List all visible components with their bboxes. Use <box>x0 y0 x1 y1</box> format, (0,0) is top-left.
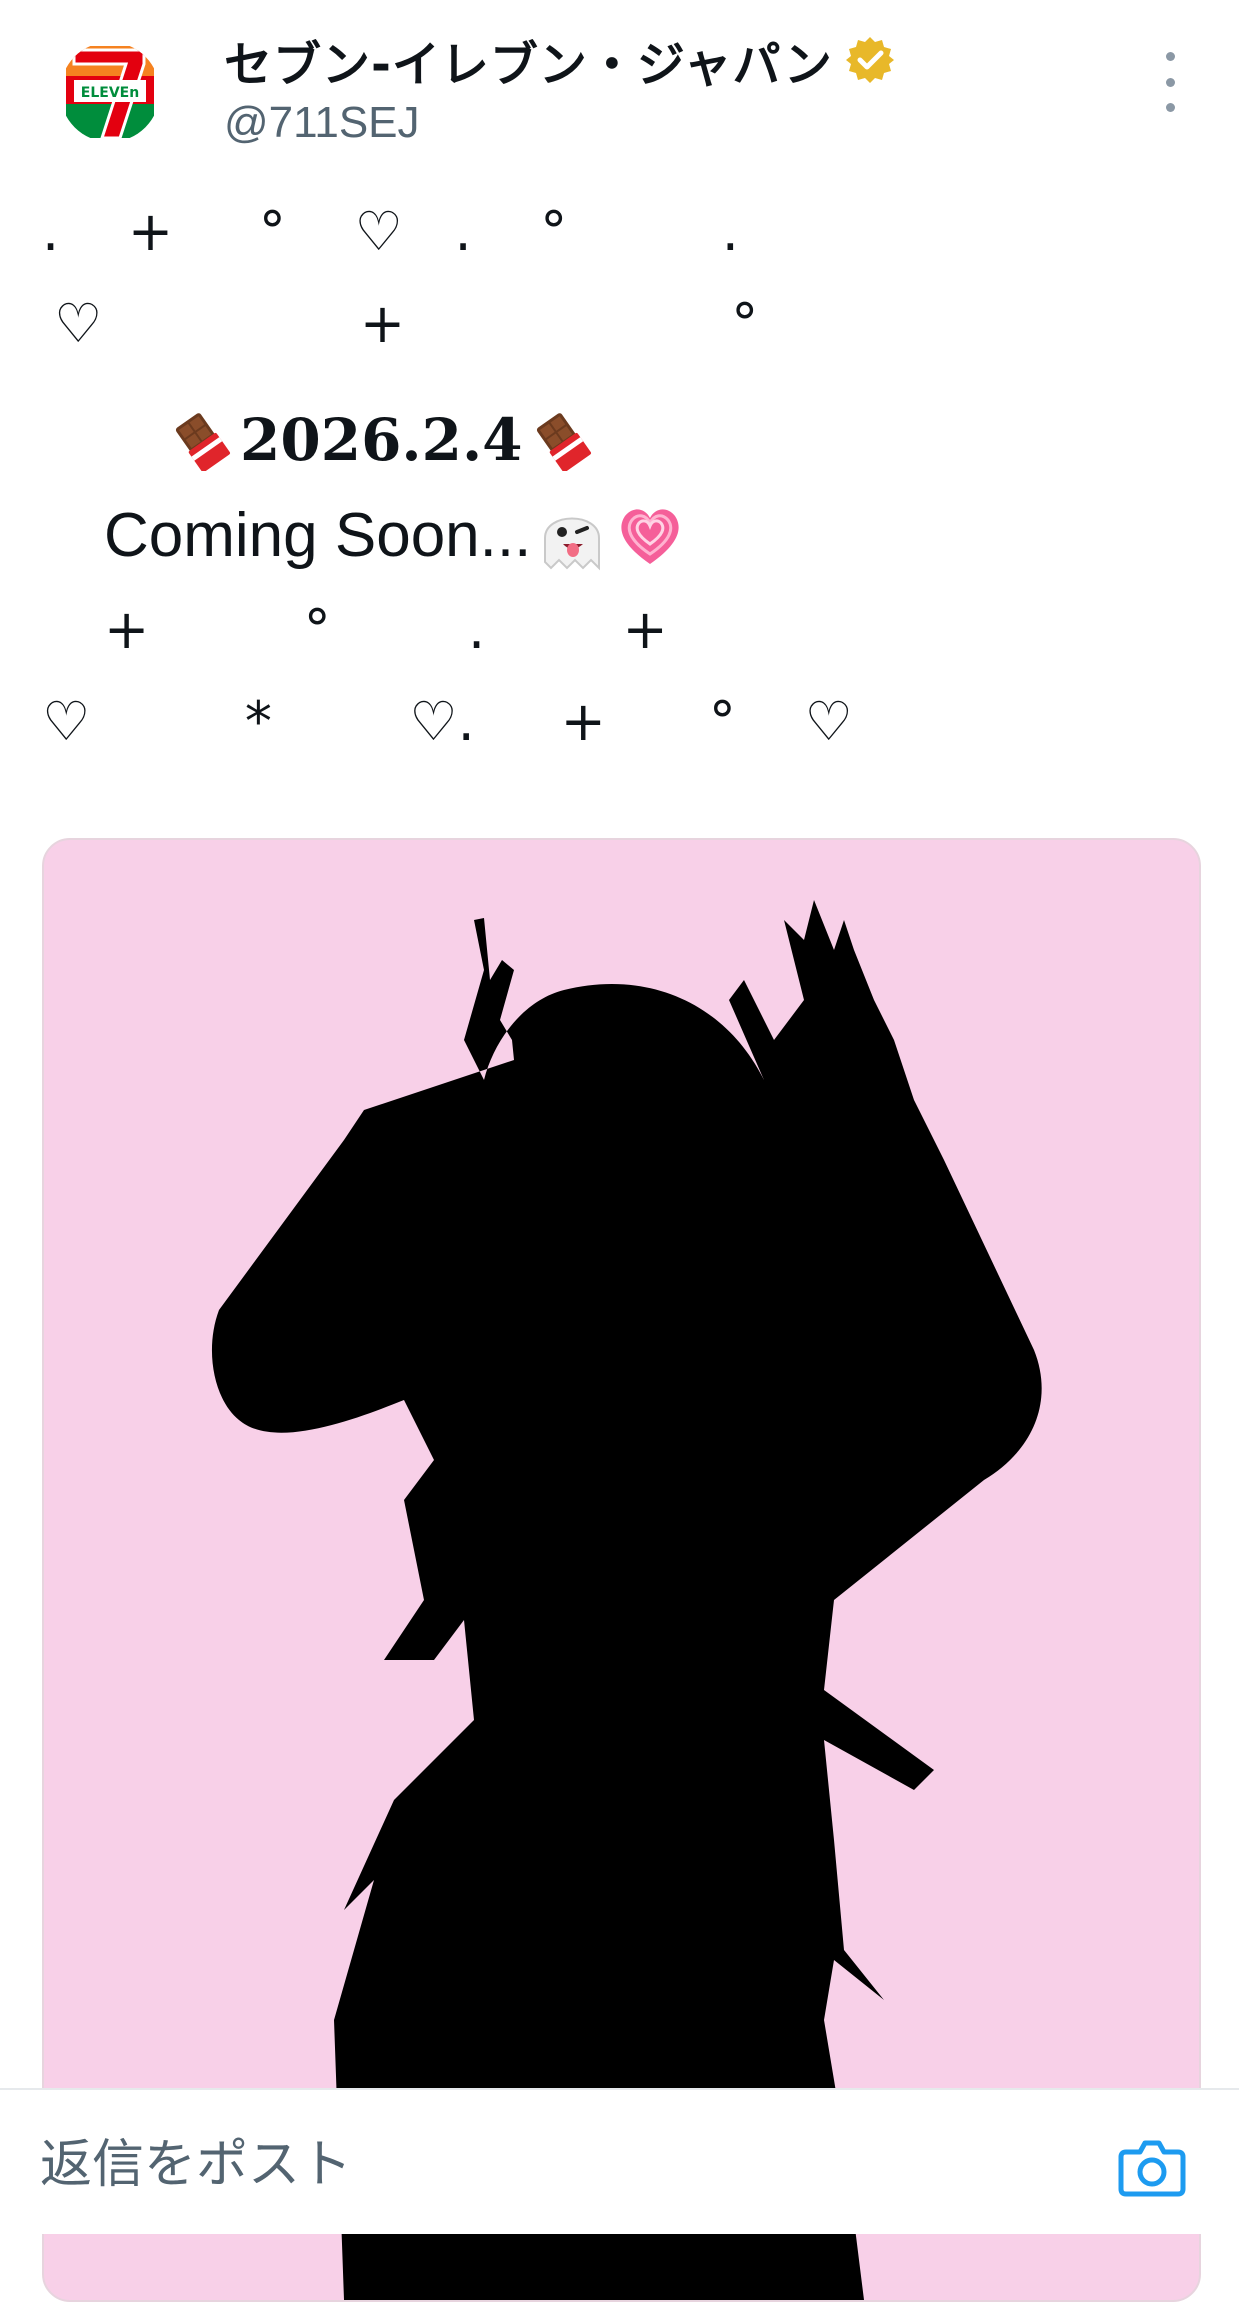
ghost-icon <box>535 498 609 572</box>
coming-soon-line: Coming Soon... <box>104 492 687 578</box>
reply-input[interactable] <box>40 2130 1090 2200</box>
more-options-icon[interactable] <box>1150 52 1190 112</box>
name-row: セブン‐イレブン・ジャパン <box>224 24 895 96</box>
decorative-line-3: + ° . + <box>104 598 668 661</box>
decorative-line-4: ♡ * ♡. + ° ♡ <box>42 690 853 753</box>
seven-eleven-logo-icon: ELEVEn <box>66 46 154 140</box>
character-silhouette-image <box>211 900 1042 2300</box>
camera-icon[interactable] <box>1116 2130 1188 2202</box>
coming-soon-text: Coming Soon... <box>104 500 532 570</box>
date-line: 2026.2.4 <box>168 400 595 480</box>
decorative-line-1: . + ° ♡ . ° . <box>42 200 739 263</box>
post-media-image[interactable] <box>42 838 1201 2302</box>
post-header: ELEVEn セブン‐イレブン・ジャパン @711SEJ <box>0 0 1239 180</box>
svg-text:ELEVEn: ELEVEn <box>81 85 139 101</box>
avatar[interactable]: ELEVEn <box>60 42 160 142</box>
chocolate-bar-icon <box>172 409 234 471</box>
date-text: 2026.2.4 <box>240 406 523 474</box>
display-name[interactable]: セブン‐イレブン・ジャパン <box>224 25 833 95</box>
reply-bar <box>0 2088 1239 2234</box>
growing-heart-icon <box>613 498 687 572</box>
decorative-line-2: ♡ + ° <box>54 292 759 355</box>
chocolate-bar-icon <box>533 409 595 471</box>
account-handle[interactable]: @711SEJ <box>224 98 420 148</box>
verified-badge-icon <box>845 35 895 85</box>
